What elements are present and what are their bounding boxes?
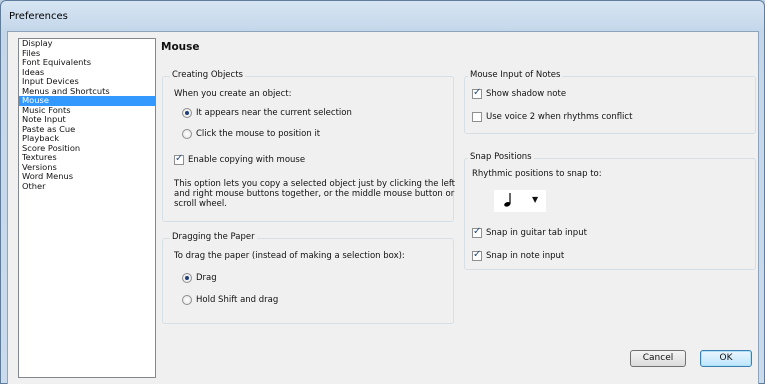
- near-selection-radio[interactable]: [182, 108, 192, 118]
- mouse-input-title: Mouse Input of Notes: [468, 70, 563, 80]
- enable-copying-checkbox[interactable]: [174, 153, 184, 165]
- creating-objects-title: Creating Objects: [170, 70, 245, 80]
- click-mouse-label[interactable]: Click the mouse to position it: [196, 129, 320, 139]
- snap-note-label[interactable]: Snap in note input: [486, 251, 564, 261]
- rhythmic-positions-label: Rhythmic positions to snap to:: [472, 169, 602, 179]
- use-voice2-checkbox[interactable]: [472, 112, 482, 122]
- snap-guitar-label[interactable]: Snap in guitar tab input: [486, 228, 587, 238]
- ok-button[interactable]: OK: [700, 350, 752, 367]
- dragging-paper-title: Dragging the Paper: [170, 232, 257, 242]
- rhythm-value-dropdown[interactable]: ▼: [494, 190, 546, 212]
- mouse-input-group: [464, 76, 756, 134]
- shift-drag-radio[interactable]: [182, 295, 192, 305]
- show-shadow-checkbox[interactable]: [472, 87, 482, 99]
- drag-paper-prompt: To drag the paper (instead of making a s…: [174, 251, 405, 261]
- preferences-window: Preferences Display Files Font Equivalen…: [0, 0, 765, 384]
- enable-copying-label[interactable]: Enable copying with mouse: [188, 155, 305, 165]
- shift-drag-label[interactable]: Hold Shift and drag: [196, 295, 278, 305]
- use-voice2-label[interactable]: Use voice 2 when rhythms conflict: [486, 112, 632, 122]
- window-title: Preferences: [9, 11, 68, 22]
- click-mouse-radio[interactable]: [182, 129, 192, 139]
- create-object-prompt: When you create an object:: [174, 89, 292, 99]
- snap-note-checkbox[interactable]: [472, 249, 482, 261]
- show-shadow-label[interactable]: Show shadow note: [486, 89, 566, 99]
- category-list[interactable]: Display Files Font Equivalents Ideas Inp…: [18, 38, 156, 378]
- snap-positions-title: Snap Positions: [468, 152, 534, 162]
- cancel-button[interactable]: Cancel: [630, 350, 686, 367]
- copying-help-text: This option lets you copy a selected obj…: [174, 179, 456, 209]
- snap-guitar-checkbox[interactable]: [472, 226, 482, 238]
- near-selection-label[interactable]: It appears near the current selection: [196, 108, 352, 118]
- category-item-other[interactable]: Other: [19, 181, 155, 192]
- quarter-note-icon: [504, 193, 511, 207]
- drag-label[interactable]: Drag: [196, 273, 217, 283]
- drag-radio[interactable]: [182, 273, 192, 283]
- chevron-down-icon: ▼: [532, 195, 539, 204]
- dialog-client-area: Display Files Font Equivalents Ideas Inp…: [7, 31, 759, 384]
- page-heading: Mouse: [161, 41, 200, 53]
